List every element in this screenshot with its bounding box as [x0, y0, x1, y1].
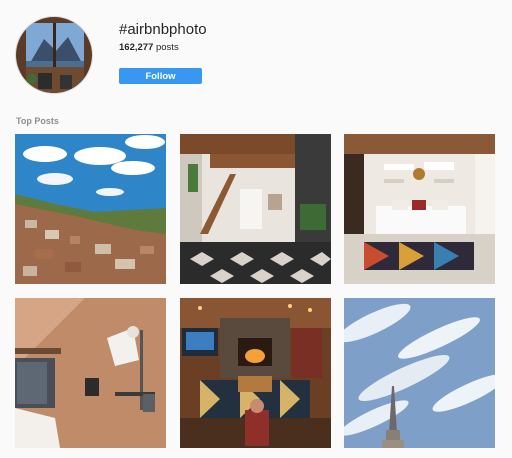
post-count-label: posts: [155, 42, 179, 53]
top-post-2[interactable]: [180, 134, 331, 284]
loft-interior-photo-icon: [180, 134, 331, 284]
hashtag-title: #airbnbphoto: [119, 21, 207, 38]
cloudy-sky-spire-photo-icon: [344, 298, 495, 448]
hillside-town-photo-icon: [15, 134, 166, 284]
top-post-1[interactable]: [15, 134, 166, 284]
cozy-cabin-fireplace-photo-icon: [180, 298, 331, 448]
white-bedroom-photo-icon: [344, 134, 495, 284]
window-lake-view-photo-icon: [16, 17, 92, 93]
hashtag-header: #airbnbphoto 162,277 posts Follow: [0, 0, 512, 100]
top-post-5[interactable]: [180, 298, 331, 448]
hashtag-avatar[interactable]: [15, 16, 93, 94]
top-post-3[interactable]: [344, 134, 495, 284]
top-post-4[interactable]: [15, 298, 166, 448]
top-post-6[interactable]: [344, 298, 495, 448]
top-posts-heading: Top Posts: [16, 116, 59, 126]
post-count: 162,277: [119, 42, 154, 53]
follow-button[interactable]: Follow: [119, 68, 202, 84]
post-count-line: 162,277 posts: [119, 42, 179, 53]
wall-lamp-photo-icon: [15, 298, 166, 448]
